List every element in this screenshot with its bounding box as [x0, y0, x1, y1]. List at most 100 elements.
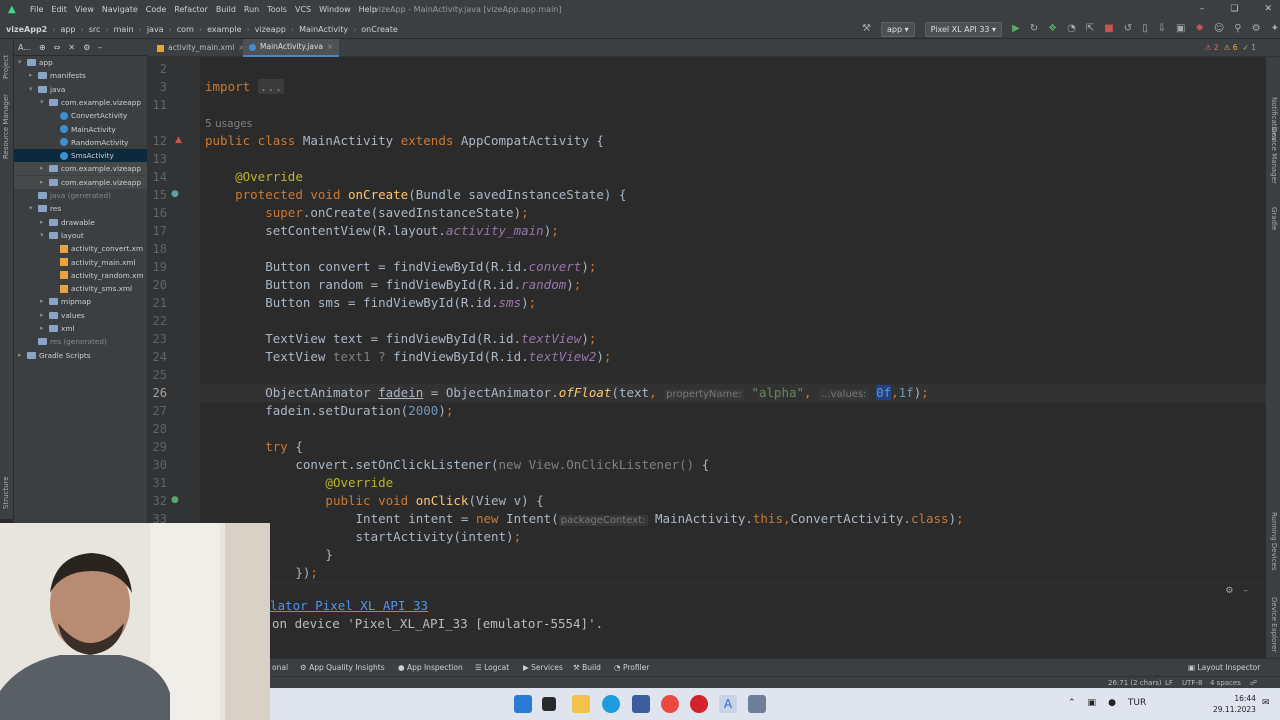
code-line[interactable]: Button sms = findViewById(R.id.sms);: [205, 294, 536, 312]
hammer-icon[interactable]: ⚒: [862, 19, 871, 39]
menu-item-edit[interactable]: Edit: [47, 0, 71, 19]
tool-tab-logcat[interactable]: ☰ Logcat: [475, 659, 509, 677]
notepad-icon[interactable]: [748, 695, 766, 713]
breadcrumb-item[interactable]: com: [177, 25, 194, 34]
tree-item[interactable]: ▾ java: [29, 83, 147, 96]
tree-item[interactable]: RandomActivity: [51, 136, 147, 149]
device-explorer-tool-button[interactable]: Device Explorer: [1270, 597, 1278, 652]
class-marker-icon[interactable]: ▲: [175, 135, 182, 145]
language-indicator[interactable]: TUR: [1128, 698, 1146, 708]
tree-item[interactable]: ConvertActivity: [51, 109, 147, 122]
menu-item-tools[interactable]: Tools: [263, 0, 291, 19]
code-line[interactable]: Intent intent = new Intent(packageContex…: [205, 510, 964, 528]
code-line[interactable]: TextView text1 ? findViewById(R.id.textV…: [205, 348, 611, 366]
tree-item[interactable]: ▸ mipmap: [40, 295, 147, 308]
tree-item[interactable]: ▸ values: [40, 309, 147, 322]
sdk-manager-icon[interactable]: ⇩: [1158, 19, 1166, 39]
menu-item-vcs[interactable]: VCS: [291, 0, 315, 19]
chevron-right-icon[interactable]: ▸: [40, 162, 46, 175]
close-tab-icon[interactable]: ×: [327, 38, 333, 56]
code-line[interactable]: fadein.setDuration(2000);: [205, 402, 453, 420]
menu-item-build[interactable]: Build: [212, 0, 240, 19]
profile-icon[interactable]: ◔: [1067, 19, 1076, 39]
task-view-icon[interactable]: [542, 697, 556, 711]
edge-icon[interactable]: [602, 695, 620, 713]
tool-tab-profiler[interactable]: ◔ Profiler: [614, 659, 649, 677]
hide-icon[interactable]: –: [98, 43, 102, 52]
chevron-right-icon[interactable]: ▸: [18, 349, 24, 362]
breadcrumb-item[interactable]: main: [114, 25, 134, 34]
tree-item[interactable]: ▾ layout: [40, 229, 147, 242]
gear-icon[interactable]: ⚙: [1225, 586, 1233, 596]
menu-item-navigate[interactable]: Navigate: [98, 0, 142, 19]
maximize-icon[interactable]: ❏: [1230, 0, 1238, 19]
chevron-up-icon[interactable]: ⌃: [1068, 698, 1076, 708]
structure-tool-button[interactable]: Structure: [2, 476, 10, 509]
menu-item-refactor[interactable]: Refactor: [170, 0, 212, 19]
run-config-dropdown[interactable]: app ▾: [880, 21, 915, 37]
chevron-right-icon[interactable]: ▸: [40, 295, 46, 308]
tree-item[interactable]: ▸ Gradle Scripts: [18, 349, 147, 362]
menu-item-code[interactable]: Code: [142, 0, 170, 19]
breadcrumb-item[interactable]: MainActivity: [299, 25, 348, 34]
tab-mainactivity-java[interactable]: MainActivity.java ×: [243, 38, 340, 57]
gemini-icon[interactable]: ✦: [1271, 19, 1279, 39]
tree-item[interactable]: SmsActivity: [14, 149, 147, 163]
tree-item[interactable]: ▸ drawable: [40, 216, 147, 229]
project-tool-button[interactable]: Project: [2, 55, 10, 79]
breadcrumb-item[interactable]: vizeApp2: [6, 25, 47, 34]
android-studio-taskbar-icon[interactable]: A: [719, 695, 737, 713]
tab-activity-main-xml[interactable]: activity_main.xml ×: [151, 39, 251, 57]
tree-item[interactable]: activity_random.xm: [51, 269, 147, 282]
expand-all-icon[interactable]: ✕: [68, 43, 75, 52]
run-icon[interactable]: ▶: [1012, 19, 1020, 39]
breadcrumb-item[interactable]: app: [60, 25, 75, 34]
debug-icon[interactable]: ❖: [1048, 19, 1057, 39]
chevron-down-icon[interactable]: ▾: [40, 229, 46, 242]
menu-item-window[interactable]: Window: [315, 0, 355, 19]
gradle-tool-button[interactable]: Gradle: [1270, 207, 1278, 230]
tree-item[interactable]: ▸ xml: [40, 322, 147, 335]
implements-marker-icon[interactable]: ●: [171, 495, 179, 505]
breadcrumb-item[interactable]: src: [89, 25, 101, 34]
code-line[interactable]: public void onClick(View v) {: [205, 492, 543, 510]
editor-gutter[interactable]: 2 3 11 12 13 14 15 16 17 18 19 20 21 22 23 24 25 26 27 28 29…: [147, 57, 217, 582]
tool-tab-terminal[interactable]: onal: [272, 659, 288, 677]
code-line[interactable]: Button random = findViewById(R.id.random…: [205, 276, 581, 294]
tree-item[interactable]: res (generated): [29, 335, 147, 348]
tree-item[interactable]: MainActivity: [51, 123, 147, 136]
tree-item[interactable]: ▾ res: [29, 202, 147, 215]
chevron-right-icon[interactable]: ▸: [40, 322, 46, 335]
tree-item[interactable]: ▸ com.example.vizeapp: [14, 175, 147, 189]
chevron-right-icon[interactable]: ▸: [40, 216, 46, 229]
tree-item[interactable]: ▸ com.example.vizeapp: [14, 162, 147, 176]
tree-item[interactable]: ▾ com.example.vizeapp: [40, 96, 147, 109]
code-line[interactable]: import ...: [205, 78, 285, 96]
code-line[interactable]: setContentView(R.layout.activity_main);: [205, 222, 559, 240]
code-line[interactable]: TextView text = findViewById(R.id.textVi…: [205, 330, 596, 348]
code-line[interactable]: protected void onCreate(Bundle savedInst…: [205, 186, 626, 204]
tool-tab-app-quality-insights[interactable]: ⚙ App Quality Insights: [300, 659, 385, 677]
tool-tab-app-inspection[interactable]: ● App Inspection: [398, 659, 463, 677]
microphone-icon[interactable]: ●: [1108, 698, 1116, 708]
chevron-down-icon[interactable]: ▾: [18, 56, 24, 69]
code-line[interactable]: @Override: [205, 474, 393, 492]
android-view-dropdown[interactable]: A...: [18, 43, 31, 52]
device-manager-icon[interactable]: ▯: [1142, 19, 1148, 39]
breadcrumb-item[interactable]: java: [147, 25, 164, 34]
device-dropdown[interactable]: Pixel XL API 33 ▾: [924, 21, 1003, 37]
windows-start-icon[interactable]: [514, 695, 532, 713]
minimize-icon[interactable]: –: [1200, 0, 1205, 19]
collapse-all-icon[interactable]: ⇔: [54, 43, 61, 52]
tool-tab-services[interactable]: ▶ Services: [523, 659, 563, 677]
code-line[interactable]: public class MainActivity extends AppCom…: [205, 132, 604, 150]
tool-tab-layout-inspector[interactable]: ▣ Layout Inspector: [1188, 659, 1260, 677]
stop-icon[interactable]: ■: [1104, 19, 1113, 39]
tool-tab-build[interactable]: ⚒ Build: [573, 659, 601, 677]
chevron-down-icon[interactable]: ▾: [29, 202, 35, 215]
menu-item-view[interactable]: View: [71, 0, 98, 19]
tree-item[interactable]: activity_convert.xm: [51, 242, 147, 255]
layout-inspector-icon[interactable]: ▣: [1176, 19, 1185, 39]
tree-item[interactable]: activity_sms.xml: [51, 282, 147, 295]
gear-icon[interactable]: ⚙: [83, 43, 90, 52]
